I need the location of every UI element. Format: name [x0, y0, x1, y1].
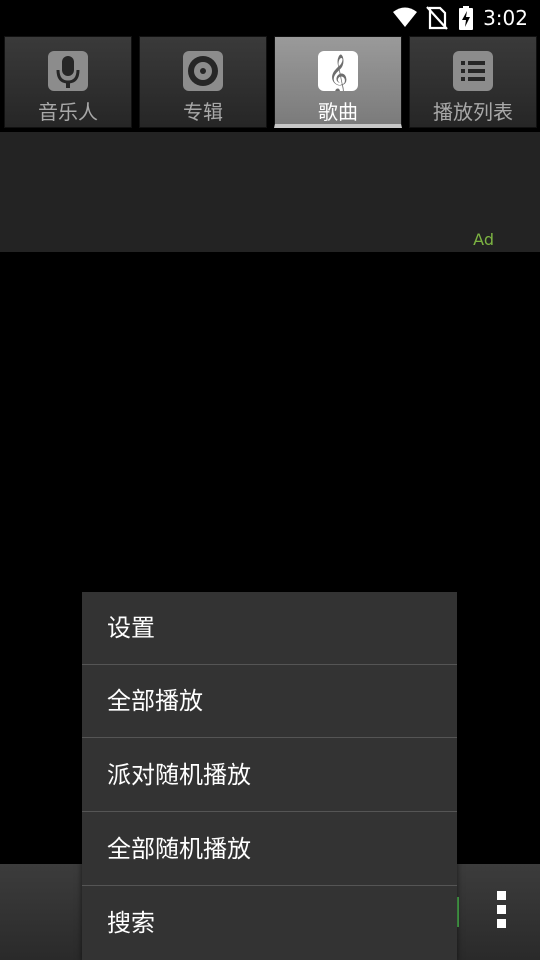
menu-item-label: 设置: [107, 614, 155, 642]
wifi-icon: [393, 7, 417, 27]
microphone-icon: [48, 51, 88, 91]
more-vert-icon[interactable]: [492, 891, 510, 931]
status-bar: 3:02: [0, 0, 540, 36]
menu-item-play-all[interactable]: 全部播放: [82, 665, 457, 738]
tab-artists[interactable]: 音乐人: [4, 36, 132, 128]
ad-label: Ad: [473, 230, 494, 249]
menu-item-label: 全部随机播放: [107, 835, 251, 863]
disc-icon: [183, 51, 223, 91]
tab-albums[interactable]: 专辑: [139, 36, 267, 128]
tab-bar: 音乐人 专辑 𝄞 歌曲 播放列表: [0, 36, 540, 132]
tab-label: 歌曲: [318, 100, 358, 124]
tab-playlists[interactable]: 播放列表: [409, 36, 537, 128]
svg-text:𝄞: 𝄞: [328, 54, 348, 91]
tab-label: 音乐人: [38, 100, 98, 124]
tab-label: 专辑: [183, 100, 223, 124]
menu-item-search[interactable]: 搜索: [82, 887, 457, 960]
screen: 3:02 音乐人 专辑 𝄞 歌曲 播放列表 Ad 设置 全部播放 派对随机播放 …: [0, 0, 540, 960]
list-icon: [453, 51, 493, 91]
treble-clef-icon: 𝄞: [318, 51, 358, 91]
tab-label: 播放列表: [433, 100, 513, 124]
menu-item-label: 搜索: [107, 909, 155, 937]
battery-charging-icon: [459, 6, 473, 30]
no-sim-icon: [426, 6, 448, 30]
menu-item-label: 全部播放: [107, 687, 203, 715]
menu-item-shuffle-all[interactable]: 全部随机播放: [82, 813, 457, 886]
menu-item-settings[interactable]: 设置: [82, 592, 457, 665]
tab-songs[interactable]: 𝄞 歌曲: [274, 36, 402, 128]
overflow-menu: 设置 全部播放 派对随机播放 全部随机播放 搜索: [82, 592, 457, 960]
status-time: 3:02: [483, 6, 528, 30]
menu-item-label: 派对随机播放: [107, 761, 251, 789]
menu-item-party-shuffle[interactable]: 派对随机播放: [82, 739, 457, 812]
ad-banner[interactable]: Ad: [0, 132, 540, 252]
